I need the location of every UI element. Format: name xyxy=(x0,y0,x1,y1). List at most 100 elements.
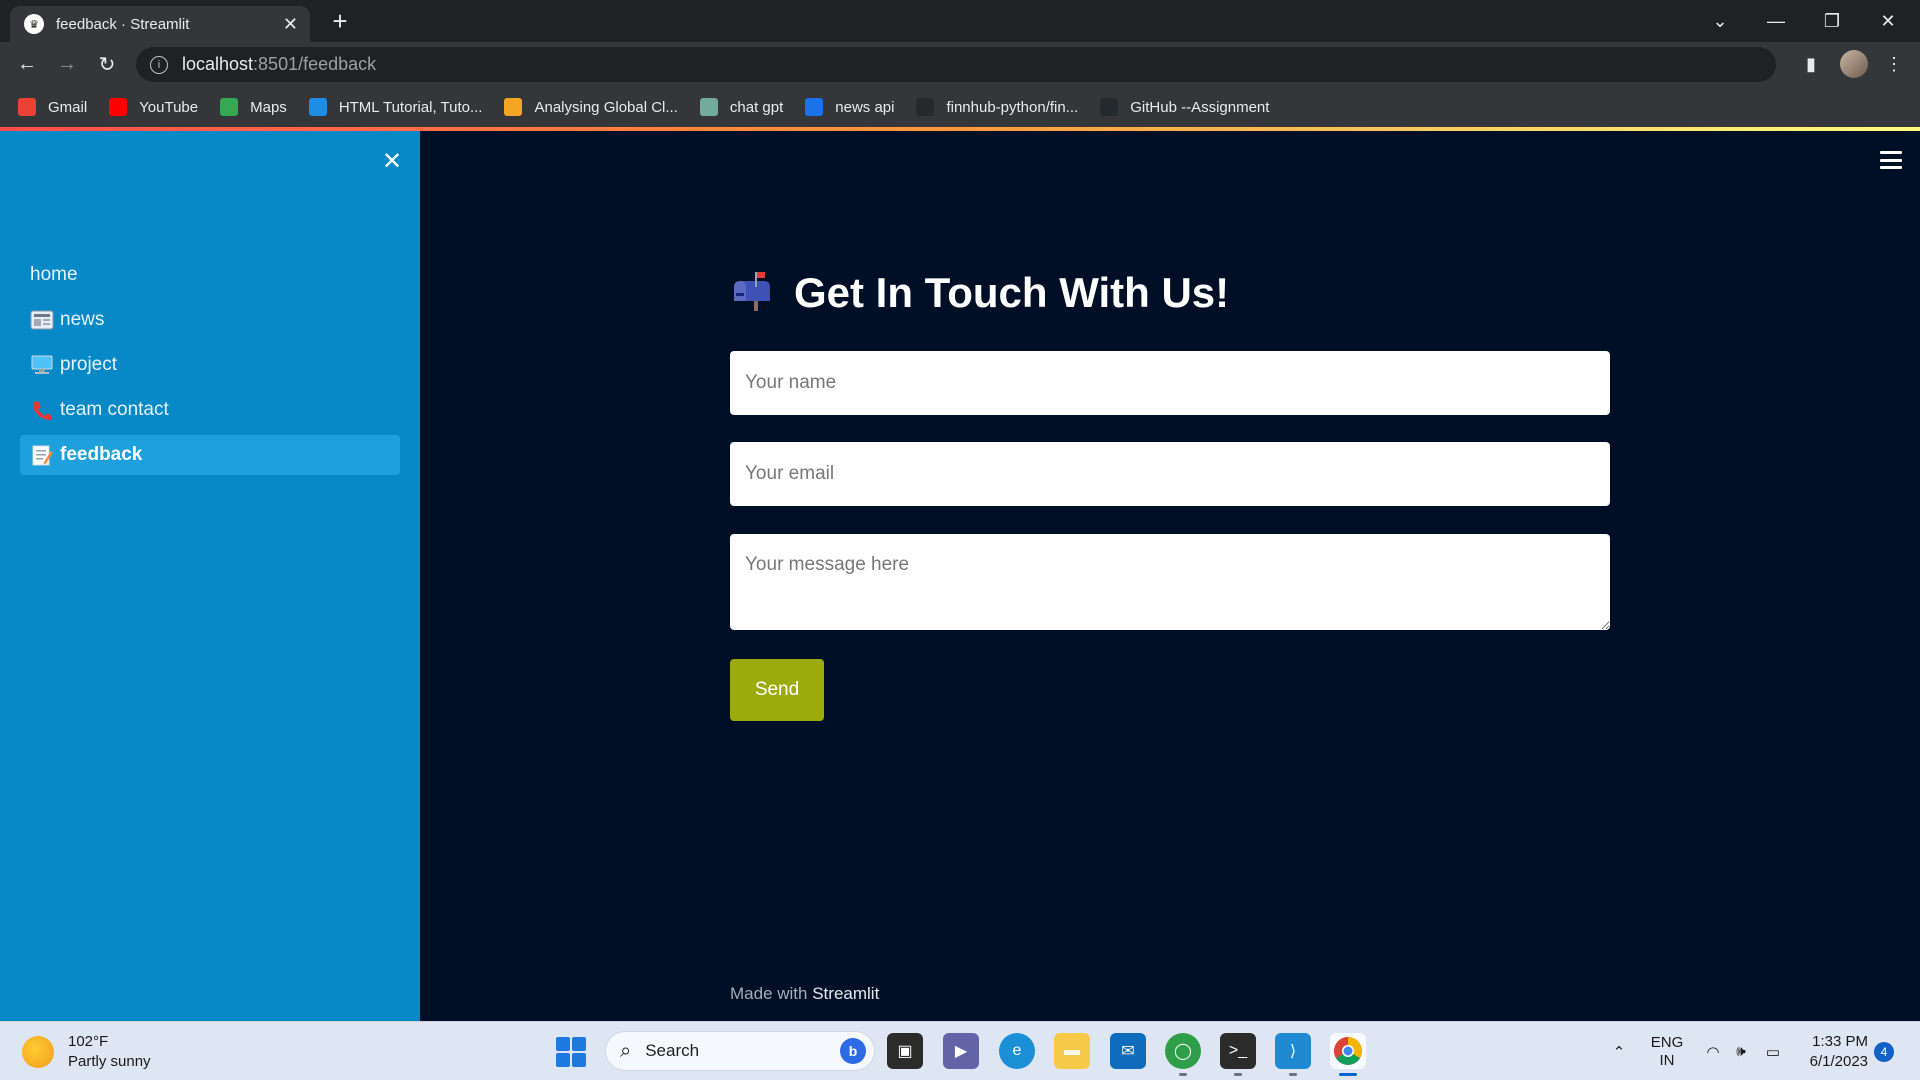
bookmark-item[interactable]: Analysing Global Cl... xyxy=(504,98,678,116)
bookmark-item[interactable]: GitHub --Assignment xyxy=(1100,98,1269,116)
sidebar-item-team-contact[interactable]: team contact xyxy=(20,390,400,430)
address-bar[interactable]: i localhost:8501/feedback xyxy=(136,47,1776,82)
notification-badge[interactable]: 4 xyxy=(1874,1042,1894,1062)
github-icon xyxy=(1100,98,1119,116)
battery-icon[interactable]: ▭ xyxy=(1760,1022,1786,1080)
sidebar-item-feedback[interactable]: feedback xyxy=(20,435,400,475)
clock[interactable]: 1:33 PM 6/1/2023 xyxy=(1798,1032,1868,1072)
bookmark-item[interactable]: Maps xyxy=(220,98,287,116)
footer: Made with Streamlit xyxy=(730,984,879,1004)
gmail-icon xyxy=(18,98,36,116)
terminal-icon[interactable]: >_ xyxy=(1220,1033,1256,1069)
browser-tab[interactable]: ♛ feedback · Streamlit ✕ xyxy=(10,6,310,42)
browser-tab-bar: ♛ feedback · Streamlit ✕ + ⌄ — ❐ ✕ xyxy=(0,0,1920,42)
reload-button[interactable]: ↻ xyxy=(92,49,122,79)
sidebar-close-icon[interactable]: ✕ xyxy=(378,147,406,175)
bookmark-label: HTML Tutorial, Tuto... xyxy=(338,98,483,116)
sidebar-item-label: news xyxy=(60,309,105,330)
main-content: Get In Touch With Us! Send Made with Str… xyxy=(420,131,1920,1021)
profile-avatar[interactable] xyxy=(1840,50,1868,78)
search-icon: ⌕ xyxy=(620,1039,632,1062)
bookmarks-bar: Gmail YouTube Maps HTML Tutorial, Tuto... An… xyxy=(0,87,1920,127)
running-indicator xyxy=(1234,1073,1242,1076)
mail-icon[interactable]: ✉ xyxy=(1110,1033,1146,1069)
bing-icon[interactable]: b xyxy=(840,1038,866,1064)
bookmark-item[interactable]: HTML Tutorial, Tuto... xyxy=(308,98,483,116)
input-language[interactable]: ENG IN xyxy=(1645,1022,1689,1080)
taskbar-search[interactable]: ⌕ Search b xyxy=(605,1031,875,1071)
main-menu-icon[interactable] xyxy=(1880,151,1902,169)
windows-start-icon[interactable] xyxy=(556,1037,586,1067)
teams-icon[interactable]: ▶ xyxy=(943,1033,979,1069)
bookmark-label: Gmail xyxy=(48,98,88,116)
sidebar-item-label: home xyxy=(30,264,78,285)
side-panel-icon[interactable]: ▮ xyxy=(1797,50,1825,78)
newspaper-icon xyxy=(30,308,54,332)
browser-toolbar: ← → ↻ i localhost:8501/feedback ⇪ ☆ xyxy=(0,42,1920,116)
restore-button[interactable]: ❐ xyxy=(1804,0,1860,42)
openai-icon xyxy=(699,98,718,116)
vscode-icon[interactable]: ⟩ xyxy=(1275,1033,1311,1069)
memo-icon xyxy=(30,443,54,467)
running-indicator xyxy=(1289,1073,1297,1076)
bookmark-label: Analysing Global Cl... xyxy=(534,98,678,116)
bookmark-label: chat gpt xyxy=(729,98,784,116)
analysis-icon xyxy=(504,98,523,116)
url-host: localhost xyxy=(182,54,254,74)
sidebar-item-news[interactable]: news xyxy=(20,300,400,340)
streamlit-favicon-icon: ♛ xyxy=(24,14,44,34)
bookmark-label: GitHub --Assignment xyxy=(1130,98,1270,116)
bookmark-label: YouTube xyxy=(139,98,199,116)
wifi-icon[interactable]: ◠ xyxy=(1700,1022,1726,1080)
sidebar-nav: home news project team contact feedback xyxy=(20,255,400,480)
bookmark-item[interactable]: finnhub-python/fin... xyxy=(916,98,1078,116)
name-input[interactable] xyxy=(730,351,1610,415)
email-input[interactable] xyxy=(730,442,1610,506)
language-code: ENG xyxy=(1650,1033,1684,1051)
browser-menu-icon[interactable]: ⋮ xyxy=(1880,50,1908,78)
file-explorer-icon[interactable]: ▬ xyxy=(1054,1033,1090,1069)
bookmark-item[interactable]: chat gpt xyxy=(699,98,784,116)
mailbox-icon xyxy=(730,271,774,315)
weather-condition: Partly sunny xyxy=(68,1053,151,1070)
clock-date: 6/1/2023 xyxy=(1809,1053,1868,1070)
sidebar: ✕ home news project team contact feedbac… xyxy=(0,131,420,1021)
github-icon xyxy=(916,98,935,116)
show-hidden-icons-icon[interactable]: ⌃ xyxy=(1607,1022,1631,1080)
footer-streamlit-link[interactable]: Streamlit xyxy=(812,984,879,1003)
tab-title: feedback · Streamlit xyxy=(56,15,190,33)
taskbar-search-label: Search xyxy=(645,1041,700,1060)
page-title: Get In Touch With Us! xyxy=(730,269,1229,317)
sidebar-item-project[interactable]: project xyxy=(20,345,400,385)
taskbar: 102°F Partly sunny ⌕ Search b ▣ ▶ e ▬ ✉ … xyxy=(0,1021,1920,1080)
new-tab-button[interactable]: + xyxy=(325,6,355,36)
back-button[interactable]: ← xyxy=(12,49,42,79)
tab-search-chevron-icon[interactable]: ⌄ xyxy=(1692,0,1748,42)
partly-sunny-icon xyxy=(22,1036,54,1068)
message-textarea[interactable] xyxy=(730,534,1610,630)
youtube-icon xyxy=(109,98,128,116)
task-view-icon[interactable]: ▣ xyxy=(887,1033,923,1069)
site-info-icon[interactable]: i xyxy=(150,55,168,74)
computer-icon xyxy=(30,353,54,377)
green-circle-app-icon[interactable]: ◯ xyxy=(1165,1033,1201,1069)
language-region: IN xyxy=(1659,1051,1675,1069)
bookmark-item[interactable]: YouTube xyxy=(109,98,198,116)
close-window-button[interactable]: ✕ xyxy=(1860,0,1916,42)
tab-close-icon[interactable]: ✕ xyxy=(283,14,298,35)
send-button[interactable]: Send xyxy=(730,659,824,721)
sidebar-item-home[interactable]: home xyxy=(20,255,400,295)
sidebar-item-label: feedback xyxy=(60,444,143,465)
edge-icon[interactable]: e xyxy=(999,1033,1035,1069)
url-path: :8501/feedback xyxy=(253,54,377,74)
bookmark-item[interactable]: Gmail xyxy=(18,98,87,116)
bookmark-label: Maps xyxy=(250,98,287,116)
w3schools-icon xyxy=(308,98,327,116)
minimize-button[interactable]: — xyxy=(1748,0,1804,42)
chrome-icon[interactable] xyxy=(1330,1033,1366,1069)
volume-icon[interactable]: 🕪 xyxy=(1728,1022,1754,1080)
forward-button[interactable]: → xyxy=(52,49,82,79)
bookmark-item[interactable]: news api xyxy=(805,98,894,116)
running-indicator xyxy=(1179,1073,1187,1076)
weather-widget[interactable]: 102°F Partly sunny xyxy=(22,1032,151,1072)
